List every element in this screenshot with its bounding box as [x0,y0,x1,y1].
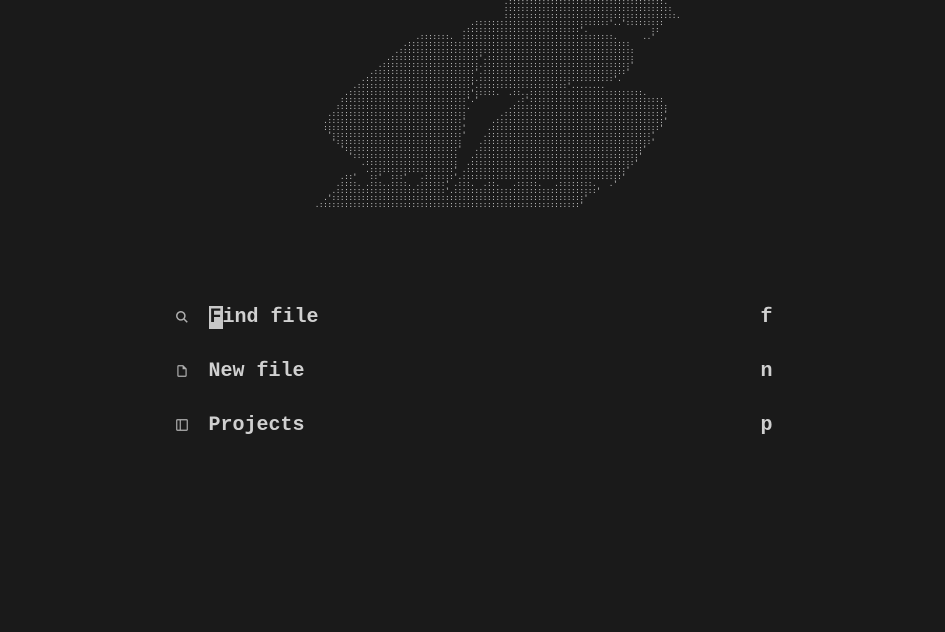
ascii-art-banner: .:::::::::::::::::::::::::::::::::::::. … [265,0,681,210]
layout-icon [173,416,191,434]
menu-item-new-file[interactable]: New file n [173,344,773,398]
menu-item-find-file[interactable]: Find file f [173,290,773,344]
file-icon [173,362,191,380]
cursor: F [209,306,223,329]
search-icon [173,308,191,326]
menu-item-projects[interactable]: Projects p [173,398,773,452]
menu-shortcut-projects: p [760,414,772,437]
dashboard-menu: Find file f New file n Projects p [173,290,773,452]
menu-label-projects: Projects [209,414,761,437]
menu-shortcut-find-file: f [760,306,772,329]
menu-shortcut-new-file: n [760,360,772,383]
menu-label-new-file: New file [209,360,761,383]
menu-label-find-file: Find file [209,306,761,329]
